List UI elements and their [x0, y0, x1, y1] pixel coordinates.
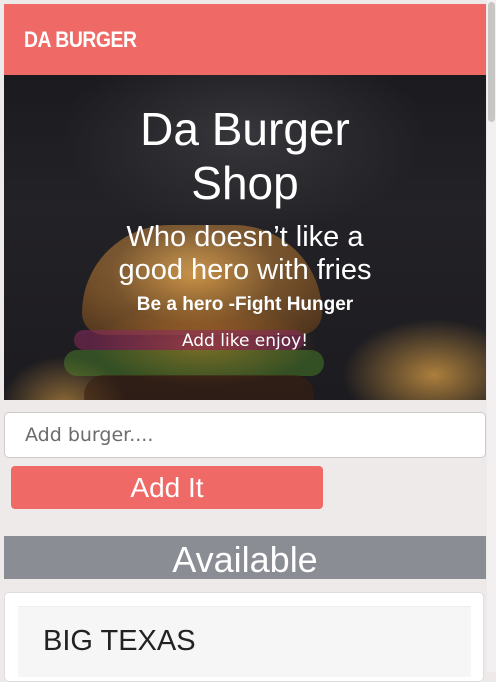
burger-name-input[interactable] — [4, 412, 486, 458]
burger-name: BIG TEXAS — [43, 625, 196, 657]
hero-title-line1: Da Burger — [140, 103, 350, 155]
add-it-button[interactable]: Add It — [11, 466, 323, 509]
brand-link[interactable]: DA BURGER — [24, 27, 137, 53]
hero-title: Da Burger Shop — [4, 102, 486, 210]
available-list-card: BIG TEXAS — [4, 592, 484, 682]
navbar: DA BURGER — [4, 4, 486, 75]
hero-note: Add like enjoy! — [181, 331, 309, 351]
scrollbar-thumb[interactable] — [488, 2, 495, 122]
available-heading: Available — [4, 536, 486, 580]
list-item[interactable]: BIG TEXAS — [18, 606, 471, 677]
hero-title-line2: Shop — [191, 157, 299, 209]
hero-subtitle-line1: Who doesn’t like a — [126, 221, 364, 253]
vertical-scrollbar[interactable] — [487, 0, 496, 672]
burger-image-patty — [84, 375, 314, 400]
hero-tagline: Be a hero -Fight Hunger — [136, 294, 354, 315]
hero-subtitle: Who doesn’t like a good hero with fries — [4, 221, 486, 287]
burger-image-lettuce — [64, 350, 324, 376]
hero-subtitle-line2: good hero with fries — [118, 254, 372, 286]
add-burger-form: Add It — [4, 412, 486, 509]
